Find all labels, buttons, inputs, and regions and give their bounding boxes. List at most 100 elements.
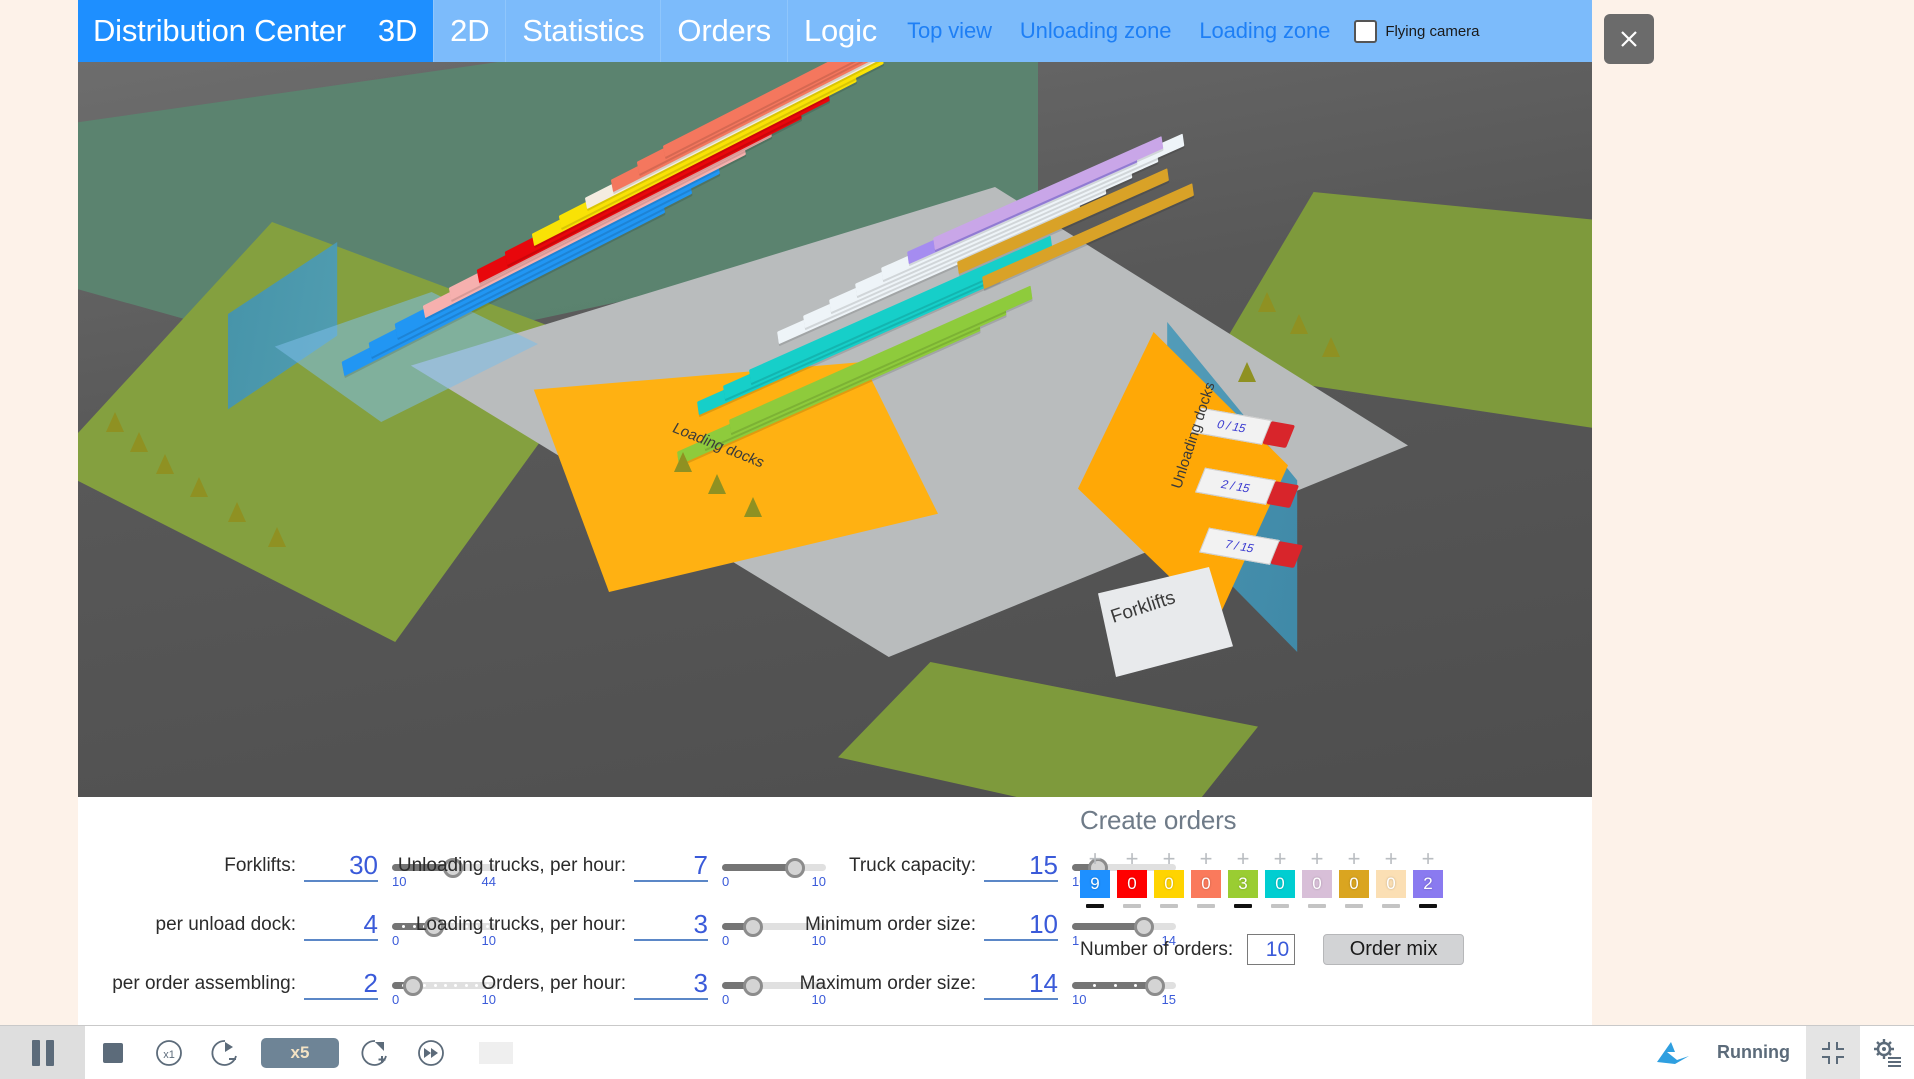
toolbar-placeholder: [479, 1042, 513, 1064]
pause-button[interactable]: [0, 1026, 85, 1079]
slider-value[interactable]: 10: [984, 911, 1058, 941]
speed-up-button[interactable]: [347, 1026, 403, 1079]
slider-row: Maximum order size:141015: [758, 970, 1176, 1007]
minus-icon[interactable]: [1160, 904, 1178, 908]
order-color-column: +0: [1154, 850, 1184, 908]
order-color-column: +9: [1080, 850, 1110, 908]
tree-icon: [156, 454, 174, 474]
order-color-column: +3: [1228, 850, 1258, 908]
number-of-orders-row: Number of orders: 10 Order mix: [1080, 934, 1580, 965]
close-icon: [1617, 27, 1641, 51]
plus-icon[interactable]: +: [1311, 850, 1324, 870]
speed-x1-button[interactable]: x1: [141, 1026, 197, 1079]
order-color-column: +0: [1265, 850, 1295, 908]
minus-icon[interactable]: [1197, 904, 1215, 908]
slider-label: per order assembling:: [78, 970, 296, 998]
tab-3d[interactable]: 3D: [362, 0, 433, 62]
speed-up-icon: [360, 1038, 390, 1068]
slider-label: Minimum order size:: [758, 911, 976, 939]
slider-min: 10: [1072, 992, 1086, 1007]
slider-value[interactable]: 3: [634, 970, 708, 1000]
order-count-chip[interactable]: 0: [1191, 870, 1221, 898]
order-mix-button[interactable]: Order mix: [1323, 934, 1464, 965]
3d-viewport[interactable]: 0 / 152 / 157 / 15 Loading docks Unloadi…: [78, 62, 1592, 797]
minus-icon[interactable]: [1345, 904, 1363, 908]
slider-value[interactable]: 14: [984, 970, 1058, 1000]
tree-icon: [228, 502, 246, 522]
minus-icon[interactable]: [1382, 904, 1400, 908]
order-count-chip[interactable]: 0: [1117, 870, 1147, 898]
create-orders-title: Create orders: [1080, 805, 1580, 836]
minus-icon[interactable]: [1123, 904, 1141, 908]
close-button[interactable]: [1604, 14, 1654, 64]
order-count-chip[interactable]: 0: [1265, 870, 1295, 898]
slider-value[interactable]: 30: [304, 852, 378, 882]
slider-value[interactable]: 4: [304, 911, 378, 941]
slider-min: 1: [1072, 933, 1079, 948]
slider-track[interactable]: [1072, 982, 1176, 989]
plus-icon[interactable]: +: [1126, 850, 1139, 870]
flying-camera-toggle[interactable]: Flying camera: [1354, 20, 1479, 43]
slider-value[interactable]: 15: [984, 852, 1058, 882]
tree-icon: [1238, 362, 1256, 382]
order-count-chip[interactable]: 0: [1302, 870, 1332, 898]
tab-orders[interactable]: Orders: [660, 0, 787, 62]
control-panel: Forklifts:301044per unload dock:4010per …: [78, 797, 1592, 1025]
slider-value[interactable]: 2: [304, 970, 378, 1000]
slow-down-icon: [210, 1038, 240, 1068]
slider-control[interactable]: 10 15: [1072, 970, 1176, 1007]
minus-icon[interactable]: [1271, 904, 1289, 908]
status-label: Running: [1717, 1042, 1790, 1063]
plus-icon[interactable]: +: [1163, 850, 1176, 870]
flying-camera-checkbox[interactable]: [1354, 20, 1377, 43]
navigation-bar: Distribution Center 3D 2D Statistics Ord…: [78, 0, 1592, 62]
plus-icon[interactable]: +: [1237, 850, 1250, 870]
order-color-swatches: +9+0+0+0+3+0+0+0+0+2: [1080, 850, 1580, 908]
flying-camera-label: Flying camera: [1385, 23, 1479, 40]
stop-button[interactable]: [85, 1026, 141, 1079]
speed-active-button[interactable]: x5: [261, 1038, 339, 1068]
plus-icon[interactable]: +: [1089, 850, 1102, 870]
tree-icon: [708, 474, 726, 494]
order-count-chip[interactable]: 3: [1228, 870, 1258, 898]
plus-icon[interactable]: +: [1422, 850, 1435, 870]
plus-icon[interactable]: +: [1385, 850, 1398, 870]
slider-label: Loading trucks, per hour:: [396, 911, 626, 939]
tree-icon: [190, 477, 208, 497]
order-count-chip[interactable]: 0: [1339, 870, 1369, 898]
svg-text:x1: x1: [163, 1049, 175, 1061]
order-count-chip[interactable]: 0: [1376, 870, 1406, 898]
tree-icon: [674, 452, 692, 472]
order-count-chip[interactable]: 9: [1080, 870, 1110, 898]
link-unloading-zone[interactable]: Unloading zone: [1006, 0, 1186, 62]
order-color-column: +0: [1302, 850, 1332, 908]
link-top-view[interactable]: Top view: [893, 0, 1006, 62]
slow-down-button[interactable]: [197, 1026, 253, 1079]
minus-icon[interactable]: [1419, 904, 1437, 908]
minus-icon[interactable]: [1308, 904, 1326, 908]
tab-logic[interactable]: Logic: [787, 0, 893, 62]
slider-value[interactable]: 7: [634, 852, 708, 882]
fast-forward-icon: [416, 1038, 446, 1068]
fast-forward-button[interactable]: [403, 1026, 459, 1079]
plus-icon[interactable]: +: [1274, 850, 1287, 870]
tab-2d[interactable]: 2D: [433, 0, 505, 62]
order-color-column: +2: [1413, 850, 1443, 908]
order-count-chip[interactable]: 0: [1154, 870, 1184, 898]
slider-min: 0: [722, 874, 729, 889]
slider-label: Forklifts:: [78, 852, 296, 880]
order-count-chip[interactable]: 2: [1413, 870, 1443, 898]
tab-statistics[interactable]: Statistics: [505, 0, 660, 62]
slider-max: 15: [1162, 992, 1176, 1007]
plus-icon[interactable]: +: [1200, 850, 1213, 870]
link-loading-zone[interactable]: Loading zone: [1185, 0, 1344, 62]
tree-icon: [130, 432, 148, 452]
collapse-button[interactable]: [1806, 1026, 1860, 1079]
minus-icon[interactable]: [1086, 904, 1104, 908]
minus-icon[interactable]: [1234, 904, 1252, 908]
slider-tick: [1134, 984, 1137, 987]
slider-value[interactable]: 3: [634, 911, 708, 941]
number-of-orders-input[interactable]: 10: [1247, 934, 1295, 965]
settings-button[interactable]: [1860, 1026, 1914, 1079]
plus-icon[interactable]: +: [1348, 850, 1361, 870]
